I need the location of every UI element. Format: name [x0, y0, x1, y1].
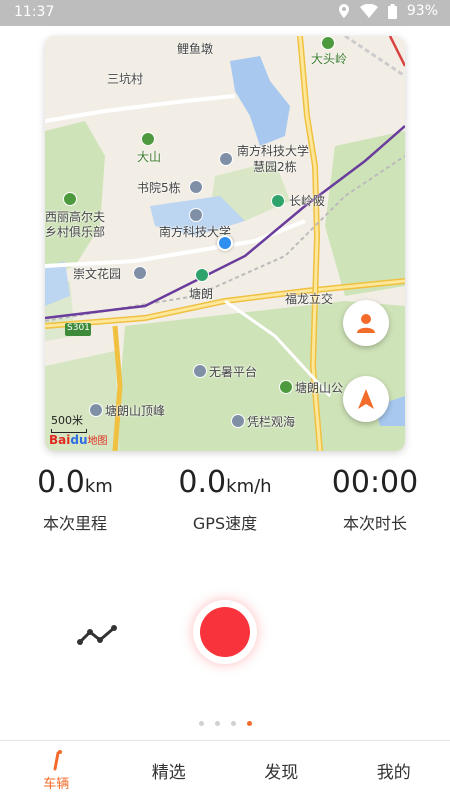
golf-icon [63, 192, 77, 206]
stat-duration: 00:00 本次时长 [305, 465, 445, 534]
page-dot[interactable] [198, 721, 204, 726]
mountain-icon [321, 36, 335, 50]
baidu-map-logo: Baidu地图 [49, 432, 108, 447]
map-label-dashan: 大山 [137, 150, 162, 164]
nav-label-me: 我的 [376, 763, 411, 783]
logo-map: 地图 [87, 436, 108, 447]
map-label-chongwen: 崇文花园 [73, 267, 122, 281]
metro-station-icon [195, 268, 209, 282]
navigate-button[interactable] [343, 376, 389, 422]
map-label-wushu: 无暑平台 [209, 365, 258, 379]
school-icon [189, 208, 203, 222]
page-indicator [0, 721, 450, 726]
current-location-icon [217, 235, 233, 251]
stat-duration-label: 本次时长 [342, 514, 407, 533]
battery-icon [387, 3, 397, 19]
stat-duration-value: 00:00 [331, 465, 419, 500]
stat-speed: 0.0km/h GPS速度 [155, 465, 295, 534]
map-view[interactable]: 鲤鱼墩 大头岭 三坑村 大山 南方科技大学 慧园2栋 书院5栋 长岭陂 西丽高尔… [45, 36, 405, 451]
record-button[interactable] [193, 600, 257, 664]
map-label-liyudun: 鲤鱼墩 [177, 42, 214, 56]
road-shield-s301: S301 [67, 323, 90, 333]
nav-label-featured: 精选 [151, 763, 186, 783]
map-label-golf-club: 乡村俱乐部 [45, 225, 106, 239]
nav-label-vehicle: 车辆 [43, 777, 70, 792]
page-dot[interactable] [214, 721, 220, 726]
scale-text: 500米 [51, 414, 83, 427]
map-label-fulong: 福龙立交 [285, 292, 334, 306]
stat-distance: 0.0km 本次里程 [5, 465, 145, 534]
trend-line-icon [77, 625, 117, 645]
stat-speed-label: GPS速度 [192, 514, 258, 533]
stat-speed-value: 0.0km/h [178, 465, 272, 500]
metro-station-icon [271, 194, 285, 208]
mountain-icon [141, 132, 155, 146]
map-scale: 500米 [51, 412, 87, 433]
record-dot-icon [200, 607, 250, 657]
stat-distance-value: 0.0km [37, 465, 113, 500]
map-label-sustech-huiyuan: 南方科技大学 [237, 144, 310, 158]
nav-label-discover: 发现 [264, 763, 299, 783]
location-icon [338, 3, 350, 19]
park-icon [279, 380, 293, 394]
ride-stats: 0.0km 本次里程 0.0km/h GPS速度 00:00 本次时长 [0, 465, 450, 534]
person-icon [357, 314, 375, 333]
viewpoint-icon [89, 403, 103, 417]
bottom-nav: 车辆 精选 发现 我的 [0, 740, 450, 800]
status-bar: 11:37 93% [0, 0, 450, 26]
map-label-datouling: 大头岭 [311, 52, 348, 66]
person-button[interactable] [343, 300, 389, 346]
logo-bai: Bai [49, 433, 71, 447]
nav-tab-discover[interactable]: 发现 [225, 741, 338, 800]
viewpoint-icon [231, 414, 245, 428]
status-time: 11:37 [14, 4, 55, 20]
map-label-changlingpi: 长岭陂 [289, 194, 326, 208]
status-icons: 93% [338, 3, 438, 19]
map-label-tanglang: 塘朗 [189, 287, 214, 301]
building-icon [133, 266, 147, 280]
nav-tab-me[interactable]: 我的 [338, 741, 450, 800]
school-icon [219, 152, 233, 166]
map-label-tanglangshan-park: 塘朗山公 [295, 381, 344, 395]
page-dot[interactable] [230, 721, 236, 726]
logo-du: du [70, 433, 88, 447]
navigation-arrow-icon [358, 389, 374, 409]
page-dot-active[interactable] [246, 721, 252, 726]
map-label-shuyuan5: 书院5栋 [137, 181, 181, 195]
nav-tab-vehicle[interactable]: 车辆 [0, 741, 113, 800]
map-label-huiyuan2: 慧园2栋 [253, 160, 297, 174]
map-label-pinglan: 凭栏观海 [247, 415, 296, 429]
vehicle-icon [53, 750, 63, 771]
building-icon [189, 180, 203, 194]
battery-percent: 93% [406, 3, 438, 19]
track-history-button[interactable] [76, 620, 124, 650]
nav-tab-featured[interactable]: 精选 [113, 741, 226, 800]
map-label-tanglangshan-peak: 塘朗山顶峰 [105, 404, 166, 418]
wifi-icon [359, 4, 378, 18]
map-label-sankengcun: 三坑村 [107, 72, 144, 86]
stat-distance-label: 本次里程 [42, 514, 107, 533]
viewpoint-icon [193, 364, 207, 378]
